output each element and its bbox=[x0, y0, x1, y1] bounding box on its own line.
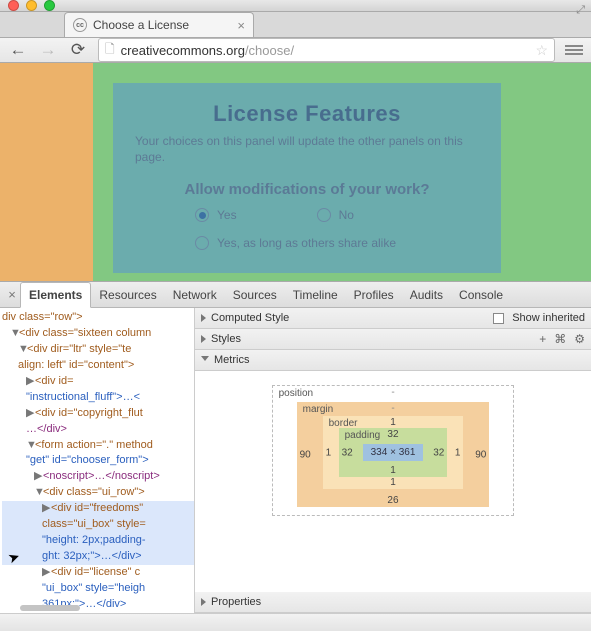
devtools-statusbar bbox=[0, 613, 591, 631]
tree-row[interactable]: align: left" id="content"> bbox=[2, 358, 194, 374]
pane-properties[interactable]: Properties bbox=[195, 592, 591, 613]
browser-tabstrip: cc Choose a License × bbox=[0, 12, 591, 38]
panel-question: Allow modifications of your work? bbox=[135, 181, 479, 198]
radio-option-sharealike[interactable]: Yes, as long as others share alike bbox=[135, 236, 479, 250]
panel-heading: License Features bbox=[135, 101, 479, 127]
url-bar[interactable]: 🗋 creativecommons.org/choose/ ☆ bbox=[98, 38, 555, 62]
tab-profiles[interactable]: Profiles bbox=[346, 283, 402, 307]
tab-network[interactable]: Network bbox=[165, 283, 225, 307]
radio-option-no[interactable]: No bbox=[317, 208, 354, 222]
tab-audits[interactable]: Audits bbox=[402, 283, 451, 307]
settings-gear-icon[interactable]: ⚙ bbox=[574, 332, 585, 346]
tab-elements[interactable]: Elements bbox=[20, 282, 91, 308]
tree-row[interactable]: ▶<div id="license" c bbox=[2, 565, 194, 581]
box-model-content: 334 × 361 bbox=[363, 444, 424, 461]
devtools-panel: × Elements Resources Network Sources Tim… bbox=[0, 281, 591, 631]
tree-row[interactable]: ▼<form action="." method bbox=[2, 438, 194, 454]
devtools-tabbar: × Elements Resources Network Sources Tim… bbox=[0, 282, 591, 308]
new-style-rule-icon[interactable]: + bbox=[539, 332, 546, 346]
site-info-icon[interactable]: 🗋 bbox=[105, 40, 115, 61]
tree-row[interactable]: ▼<div class="ui_row"> bbox=[2, 485, 194, 501]
radio-icon bbox=[317, 208, 331, 222]
devtools-close-icon[interactable]: × bbox=[4, 287, 20, 302]
close-window-button[interactable] bbox=[8, 0, 19, 11]
tree-row-selected[interactable]: "height: 2px;padding- bbox=[2, 533, 194, 549]
forward-button[interactable]: → bbox=[38, 40, 58, 60]
tree-row[interactable]: ▼<div class="sixteen column bbox=[2, 326, 194, 342]
tab-resources[interactable]: Resources bbox=[91, 283, 164, 307]
tree-row[interactable]: "ui_box" style="heigh bbox=[2, 581, 194, 597]
browser-toolbar: ← → ⟳ 🗋 creativecommons.org/choose/ ☆ bbox=[0, 38, 591, 63]
tree-row-selected[interactable]: class="ui_box" style= bbox=[2, 517, 194, 533]
tree-row[interactable]: ▶<div id= bbox=[2, 374, 194, 390]
tree-row[interactable]: ▼<div dir="ltr" style="te bbox=[2, 342, 194, 358]
show-inherited-checkbox[interactable] bbox=[493, 313, 504, 324]
pane-computed-style[interactable]: Computed Style Show inherited bbox=[195, 308, 591, 329]
favicon-icon: cc bbox=[73, 18, 87, 32]
horizontal-scrollbar[interactable] bbox=[20, 605, 80, 611]
tab-timeline[interactable]: Timeline bbox=[285, 283, 346, 307]
tree-row-selected[interactable]: ▶<div id="freedoms" bbox=[2, 501, 194, 517]
tree-row[interactable]: "get" id="chooser_form"> bbox=[2, 453, 194, 469]
radio-option-yes[interactable]: Yes bbox=[195, 208, 237, 222]
highlight-margin-overlay: License Features Your choices on this pa… bbox=[93, 63, 591, 281]
tree-row-selected[interactable]: ght: 32px;">…</div> bbox=[2, 549, 194, 565]
tree-row[interactable]: div class="row"> bbox=[2, 310, 194, 326]
tree-row[interactable]: ▶<noscript>…</noscript> bbox=[2, 469, 194, 485]
window-titlebar: ⤢ bbox=[0, 0, 591, 12]
browser-tab[interactable]: cc Choose a License × bbox=[64, 12, 254, 37]
bookmark-star-icon[interactable]: ☆ bbox=[535, 42, 548, 59]
highlight-content-overlay: License Features Your choices on this pa… bbox=[113, 83, 501, 273]
tab-console[interactable]: Console bbox=[451, 283, 511, 307]
tab-close-icon[interactable]: × bbox=[237, 18, 245, 33]
page-viewport: License Features Your choices on this pa… bbox=[0, 63, 591, 281]
radio-icon bbox=[195, 236, 209, 250]
tab-title: Choose a License bbox=[93, 18, 189, 32]
chrome-menu-button[interactable] bbox=[565, 45, 583, 55]
tab-sources[interactable]: Sources bbox=[225, 283, 285, 307]
minimize-window-button[interactable] bbox=[26, 0, 37, 11]
elements-tree[interactable]: div class="row"> ▼<div class="sixteen co… bbox=[0, 308, 195, 613]
url-path: /choose/ bbox=[245, 43, 294, 58]
url-domain: creativecommons.org bbox=[121, 43, 245, 58]
tree-row[interactable]: "instructional_fluff">…< bbox=[2, 390, 194, 406]
fullscreen-icon[interactable]: ⤢ bbox=[576, 4, 585, 17]
zoom-window-button[interactable] bbox=[44, 0, 55, 11]
radio-icon bbox=[195, 208, 209, 222]
reload-button[interactable]: ⟳ bbox=[68, 40, 88, 60]
panel-description: Your choices on this panel will update t… bbox=[135, 133, 479, 165]
element-state-icon[interactable]: ⌘ bbox=[554, 332, 566, 346]
pane-metrics[interactable]: Metrics bbox=[195, 350, 591, 371]
tree-row[interactable]: ▶<div id="copyright_flut bbox=[2, 406, 194, 422]
box-model-diagram: position - margin - 90 90 26 border 1 1 bbox=[195, 371, 591, 592]
tree-row[interactable]: …</div> bbox=[2, 422, 194, 438]
pane-styles[interactable]: Styles + ⌘ ⚙ bbox=[195, 329, 591, 350]
back-button[interactable]: ← bbox=[8, 40, 28, 60]
